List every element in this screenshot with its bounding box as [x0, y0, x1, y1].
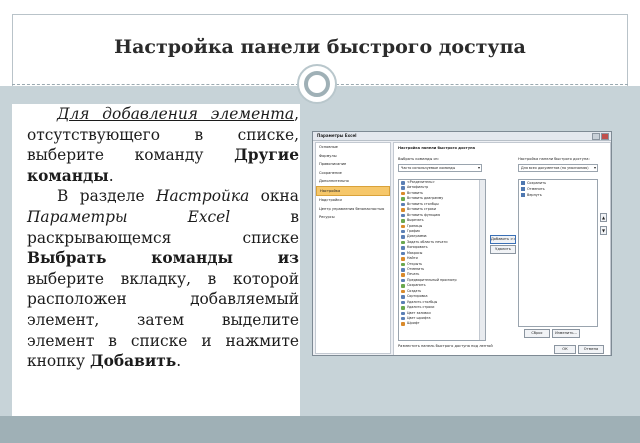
p2-text-2: окна	[249, 187, 299, 206]
sidebar-item[interactable]: Надстройки	[316, 196, 390, 205]
commands-scrollbar[interactable]	[479, 180, 485, 340]
slide-title: Настройка панели быстрого доступа	[114, 36, 526, 58]
choose-commands-label: Выбрать команды из:	[398, 157, 439, 161]
sidebar-item[interactable]: Ресурсы	[316, 213, 390, 222]
remove-button[interactable]: Удалить	[490, 245, 516, 254]
add-element-link: Для добавления элемента	[57, 105, 295, 123]
modify-button[interactable]: Изменить...	[552, 329, 580, 338]
help-icon[interactable]	[592, 133, 600, 140]
dialog-sidebar: Основные Формулы Правописание Сохранение Доп…	[315, 142, 391, 354]
sidebar-item[interactable]: Дополнительно	[316, 177, 390, 186]
p1-text-2: .	[108, 166, 114, 185]
commands-list[interactable]: <Разделитель> Автофильтр Вставить Вставить …	[398, 179, 486, 341]
choose-commands-select[interactable]: Часто используемые команды	[398, 164, 482, 172]
p2-italic-window: Параметры Excel	[27, 207, 231, 226]
move-down-icon[interactable]: ▼	[600, 226, 607, 235]
excel-options-dialog: Параметры Excel Основные Формулы Правописа…	[312, 131, 612, 356]
sidebar-item[interactable]: Правописание	[316, 160, 390, 169]
list-item[interactable]: Шрифт	[399, 321, 485, 327]
paragraph-1: Для добавления элемента, отсутствующего …	[27, 104, 299, 186]
p2-text-1: В разделе	[57, 187, 157, 206]
ok-button[interactable]: ОК	[554, 345, 576, 354]
sidebar-item[interactable]: Формулы	[316, 152, 390, 161]
p2-italic-section: Настройка	[156, 187, 250, 206]
bottom-band	[0, 416, 640, 443]
ring-ornament-icon	[297, 64, 337, 104]
customize-header: Настройка панели быстрого доступа	[398, 146, 475, 150]
qa-target-select[interactable]: Для всех документов (по умолчанию)	[518, 164, 598, 172]
paragraph-2: В разделе Настройка окна Параметры Excel…	[27, 186, 299, 371]
dialog-title-text: Параметры Excel	[317, 133, 357, 138]
p2-text-5: .	[176, 352, 182, 371]
sidebar-item[interactable]: Сохранение	[316, 169, 390, 178]
reorder-buttons: ▲ ▼	[600, 213, 607, 239]
sidebar-item[interactable]: Настройка	[316, 185, 390, 196]
dialog-title: Параметры Excel	[313, 132, 611, 141]
dialog-main: Настройка панели быстрого доступа Выбрат…	[393, 142, 611, 355]
move-up-icon[interactable]: ▲	[600, 213, 607, 222]
sidebar-item[interactable]: Основные	[316, 143, 390, 152]
reset-button[interactable]: Сброс	[524, 329, 550, 338]
qa-target-label: Настройка панели быстрого доступа:	[518, 157, 590, 161]
add-button[interactable]: Добавить >>	[490, 235, 516, 244]
body-text: Для добавления элемента, отсутствующего …	[27, 104, 299, 372]
p2-bold-add: Добавить	[89, 352, 177, 371]
close-icon[interactable]	[601, 133, 609, 140]
qa-commands-list[interactable]: Сохранить Отменить Вернуть	[518, 179, 598, 327]
slide: Настройка панели быстрого доступа Для до…	[0, 0, 640, 443]
sidebar-item[interactable]: Центр управления безопасностью	[316, 205, 390, 214]
cancel-button[interactable]: Отмена	[578, 345, 604, 354]
show-below-ribbon-checkbox[interactable]: Разместить панель быстрого доступа под л…	[398, 344, 493, 348]
p2-bold-list: Выбрать команды из	[27, 249, 299, 268]
window-buttons	[592, 133, 609, 140]
list-item[interactable]: Вернуть	[519, 192, 597, 198]
